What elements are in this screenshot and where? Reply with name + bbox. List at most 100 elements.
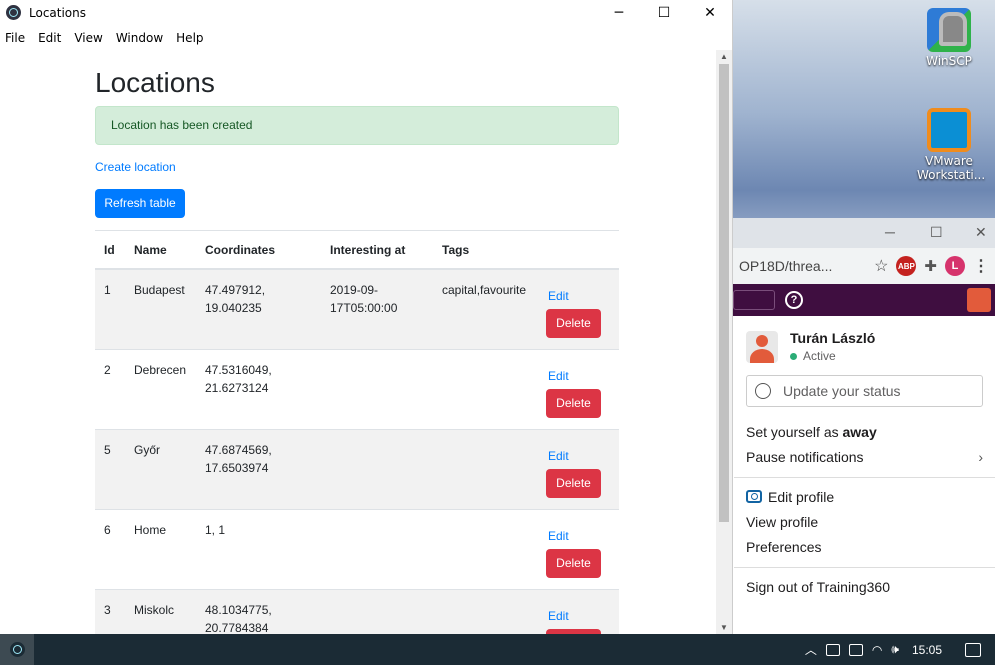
- browser-menu-icon[interactable]: ⋮: [973, 256, 989, 276]
- coordinate-lon: 17.6503974: [205, 461, 269, 475]
- menu-file[interactable]: File: [5, 31, 25, 45]
- bookmark-star-icon[interactable]: ☆: [874, 256, 888, 276]
- url-field[interactable]: OP18D/threa...: [739, 258, 866, 274]
- cell-id: 2: [95, 349, 125, 430]
- adblock-extension-icon[interactable]: ABP: [896, 256, 917, 276]
- cell-tags: [433, 429, 537, 510]
- menu-view[interactable]: View: [74, 31, 102, 45]
- header-actions: [537, 230, 619, 270]
- delete-button[interactable]: Delete: [546, 549, 601, 578]
- sign-out-menu-item[interactable]: Sign out of Training360: [746, 575, 983, 600]
- clock[interactable]: 15:05: [912, 643, 942, 657]
- minimize-button[interactable]: ─: [596, 0, 642, 25]
- browser-minimize-button[interactable]: ─: [885, 224, 895, 240]
- system-tray: ︿ ◠ 🕪 15:05: [805, 634, 995, 665]
- header-name: Name: [125, 230, 196, 270]
- cell-coordinates: 1, 1: [196, 509, 321, 590]
- cell-interesting-at: [321, 429, 433, 510]
- delete-button[interactable]: Delete: [546, 389, 601, 418]
- delete-button[interactable]: Delete: [546, 469, 601, 498]
- taskbar: ︿ ◠ 🕪 15:05: [0, 634, 995, 665]
- cell-tags: [433, 349, 537, 430]
- table-row: 5 Győr 47.6874569, 17.6503974 Edit Delete: [95, 429, 619, 510]
- pause-notifications-menu-item[interactable]: Pause notifications ›: [746, 445, 983, 470]
- profile-header: Turán László Active: [746, 330, 983, 363]
- vmware-desktop-icon[interactable]: VMware Workstati...: [917, 108, 985, 182]
- scrollbar-thumb[interactable]: [719, 64, 729, 522]
- delete-button[interactable]: Delete: [546, 309, 601, 338]
- winscp-icon: [927, 8, 971, 52]
- cell-name: Debrecen: [125, 349, 196, 430]
- camera-icon: [746, 490, 762, 503]
- edit-link[interactable]: Edit: [548, 447, 610, 465]
- profile-menu: Turán László Active Update your status S…: [733, 316, 995, 600]
- create-location-link[interactable]: Create location: [95, 160, 176, 174]
- edit-link[interactable]: Edit: [548, 367, 610, 385]
- scroll-down-arrow-icon[interactable]: ▼: [719, 623, 729, 632]
- edit-link[interactable]: Edit: [548, 527, 610, 545]
- scroll-up-arrow-icon[interactable]: ▲: [719, 52, 729, 61]
- help-icon[interactable]: ?: [785, 291, 803, 309]
- cell-tags: [433, 509, 537, 590]
- header-tags: Tags: [433, 230, 537, 270]
- menu-divider: [734, 477, 995, 478]
- cell-tags: [433, 589, 537, 634]
- table-row: 3Miskolc 48.1034775, 20.7784384 EditDelete: [95, 589, 619, 634]
- cell-name: Győr: [125, 429, 196, 510]
- browser-window: ─ ☐ ✕ OP18D/threa... ☆ ABP ✚ L ⋮ ? Turán…: [733, 218, 995, 634]
- status-input[interactable]: Update your status: [746, 375, 983, 407]
- cell-interesting-at: 2019-09- 17T05:00:00: [321, 268, 433, 350]
- cell-coordinates: 47.5316049, 21.6273124: [196, 349, 321, 430]
- table-row: 6 Home 1, 1 Edit Delete: [95, 509, 619, 590]
- coordinate-lon: 19.040235: [205, 301, 262, 315]
- cell-interesting-at: [321, 509, 433, 590]
- battery-icon[interactable]: [848, 643, 863, 656]
- set-away-menu-item[interactable]: Set yourself as away: [746, 420, 983, 445]
- success-alert: Location has been created: [95, 106, 619, 145]
- header-interesting-at: Interesting at: [321, 230, 433, 270]
- taskbar-app-button[interactable]: [0, 634, 34, 665]
- refresh-table-button[interactable]: Refresh table: [95, 189, 185, 218]
- chevron-right-icon: ›: [978, 449, 983, 465]
- edit-profile-label: Edit profile: [768, 489, 835, 505]
- vertical-scrollbar[interactable]: ▲ ▼: [716, 50, 732, 634]
- cell-name: Miskolc: [125, 589, 196, 634]
- browser-close-button[interactable]: ✕: [975, 224, 987, 241]
- edit-link[interactable]: Edit: [548, 607, 610, 625]
- container: Locations Location has been created Crea…: [95, 50, 619, 634]
- table-row: 1 Budapest 47.497912, 19.040235 2019-09- 17T0…: [95, 268, 619, 350]
- slack-search-input[interactable]: [733, 290, 775, 310]
- window-titlebar: Locations ─ ☐ ✕: [0, 0, 732, 25]
- profile-avatar[interactable]: L: [945, 256, 965, 276]
- maximize-button[interactable]: ☐: [641, 0, 687, 25]
- locations-window: Locations ─ ☐ ✕ File Edit View Window He…: [0, 0, 733, 634]
- edit-link[interactable]: Edit: [548, 287, 610, 305]
- menu-edit[interactable]: Edit: [38, 31, 61, 45]
- extensions-puzzle-icon[interactable]: ✚: [924, 257, 937, 275]
- close-button[interactable]: ✕: [687, 0, 733, 25]
- browser-maximize-button[interactable]: ☐: [930, 224, 943, 241]
- meet-now-icon[interactable]: [825, 643, 840, 656]
- edit-profile-menu-item[interactable]: Edit profile: [746, 485, 983, 510]
- preferences-menu-item[interactable]: Preferences: [746, 535, 983, 560]
- menu-help[interactable]: Help: [176, 31, 203, 45]
- winscp-desktop-icon[interactable]: WinSCP: [917, 8, 981, 68]
- away-bold-label: away: [842, 424, 877, 440]
- page-title: Locations: [95, 67, 215, 98]
- menu-window[interactable]: Window: [116, 31, 163, 45]
- electron-app-icon: [6, 5, 21, 20]
- status-placeholder: Update your status: [783, 383, 901, 399]
- wifi-icon[interactable]: ◠: [872, 643, 882, 657]
- cell-name: Home: [125, 509, 196, 590]
- notifications-icon[interactable]: [965, 642, 981, 657]
- view-profile-menu-item[interactable]: View profile: [746, 510, 983, 535]
- interesting-time: 17T05:00:00: [330, 301, 398, 315]
- volume-icon[interactable]: 🕪: [891, 642, 899, 657]
- table-row: 2 Debrecen 47.5316049, 21.6273124 Edit Delete: [95, 349, 619, 430]
- chevron-up-icon[interactable]: ︿: [805, 641, 817, 658]
- coordinate-lat: 1, 1: [205, 523, 226, 537]
- browser-titlebar: ─ ☐ ✕: [733, 218, 995, 248]
- table-header-row: Id Name Coordinates Interesting at Tags: [95, 230, 619, 270]
- user-avatar-button[interactable]: [967, 288, 991, 312]
- vmware-label: VMware Workstati...: [917, 154, 986, 182]
